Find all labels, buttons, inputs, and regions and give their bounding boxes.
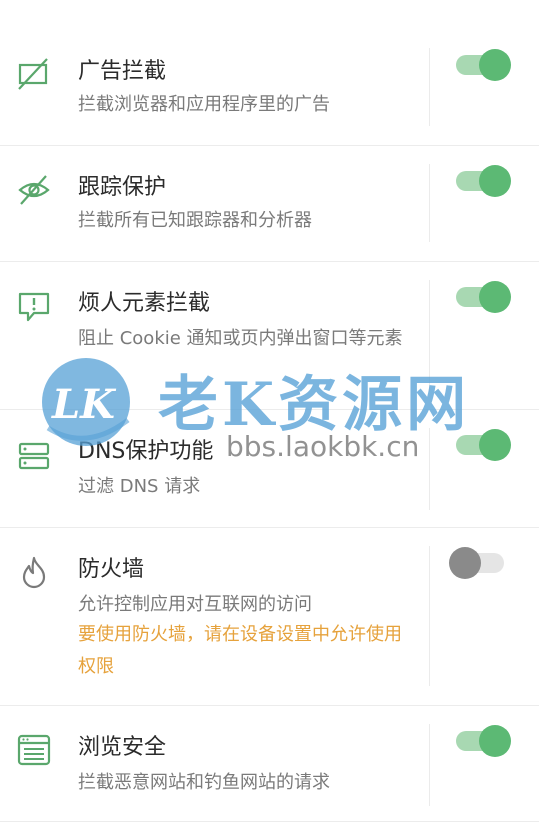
toggle-knob xyxy=(479,281,511,313)
setting-row-ad-block[interactable]: 广告拦截 拦截浏览器和应用程序里的广告 xyxy=(0,30,539,146)
divider xyxy=(429,428,430,510)
toggle-knob xyxy=(479,49,511,81)
toggle-tracking-protection[interactable] xyxy=(456,164,511,198)
setting-title: 浏览安全 xyxy=(78,735,167,760)
divider xyxy=(429,546,430,686)
divider xyxy=(429,724,430,806)
browser-window-icon xyxy=(16,732,52,768)
toggle-dns-protection[interactable] xyxy=(456,428,511,462)
setting-title: 防火墙 xyxy=(78,557,145,582)
setting-row-firewall[interactable]: 防火墙 允许控制应用对互联网的访问 要使用防火墙，请在设备设置中允许使用权限 xyxy=(0,528,539,706)
toggle-firewall[interactable] xyxy=(449,546,506,580)
toggle-knob xyxy=(479,165,511,197)
setting-row-annoyances[interactable]: 烦人元素拦截 阻止 Cookie 通知或页内弹出窗口等元素 xyxy=(0,262,539,410)
divider xyxy=(429,280,430,392)
setting-row-tracking-protection[interactable]: 跟踪保护 拦截所有已知跟踪器和分析器 xyxy=(0,146,539,262)
ad-block-icon xyxy=(16,56,52,92)
toggle-browsing-security[interactable] xyxy=(456,724,511,758)
setting-description: 允许控制应用对互联网的访问 xyxy=(78,594,312,615)
setting-row-browsing-security[interactable]: 浏览安全 拦截恶意网站和钓鱼网站的请求 xyxy=(0,706,539,822)
firewall-permission-warning: 要使用防火墙，请在设备设置中允许使用权限 xyxy=(78,624,402,677)
setting-description: 阻止 Cookie 通知或页内弹出窗口等元素 xyxy=(78,328,403,349)
toggle-knob xyxy=(449,547,481,579)
toggle-knob xyxy=(479,429,511,461)
eye-off-icon xyxy=(16,172,52,208)
toggle-annoyances[interactable] xyxy=(456,280,511,314)
flame-icon xyxy=(16,554,52,590)
setting-title: 跟踪保护 xyxy=(78,175,167,200)
setting-description: 过滤 DNS 请求 xyxy=(78,476,201,497)
divider xyxy=(429,164,430,242)
setting-row-dns-protection[interactable]: DNS保护功能 过滤 DNS 请求 xyxy=(0,410,539,528)
setting-description: 拦截浏览器和应用程序里的广告 xyxy=(78,94,330,115)
dns-server-icon xyxy=(16,438,52,474)
setting-description: 拦截恶意网站和钓鱼网站的请求 xyxy=(78,772,330,793)
alert-message-icon xyxy=(16,288,52,324)
toggle-ad-block[interactable] xyxy=(456,48,511,82)
setting-description: 拦截所有已知跟踪器和分析器 xyxy=(78,210,312,231)
setting-title: 广告拦截 xyxy=(78,59,167,84)
setting-title: 烦人元素拦截 xyxy=(78,291,211,316)
divider xyxy=(429,48,430,126)
toggle-knob xyxy=(479,725,511,757)
setting-title: DNS保护功能 xyxy=(78,439,214,464)
